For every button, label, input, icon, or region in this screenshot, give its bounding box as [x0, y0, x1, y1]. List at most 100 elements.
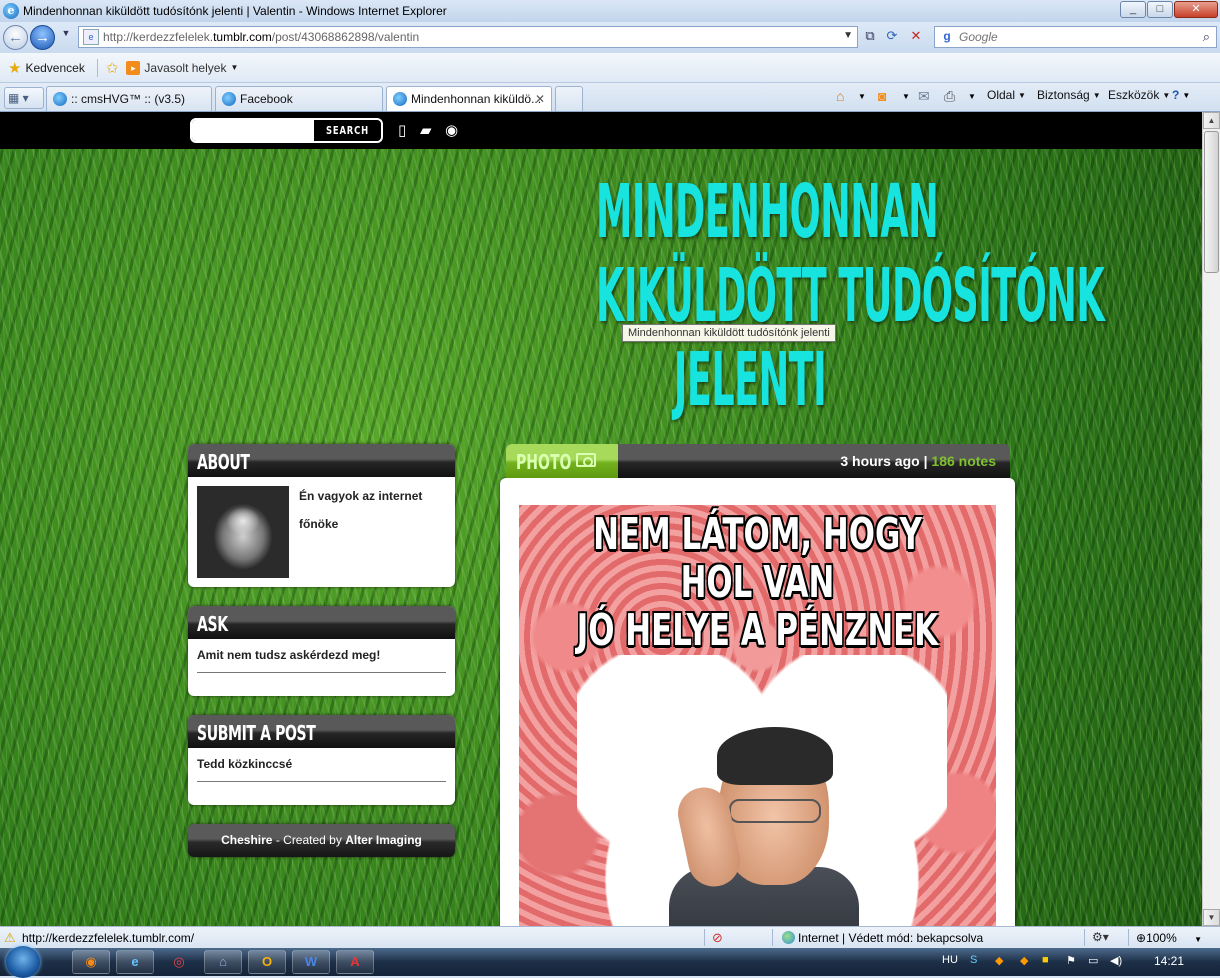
- outlook-taskbar-icon[interactable]: O: [248, 950, 286, 974]
- back-button[interactable]: ←: [3, 25, 28, 50]
- flag-icon[interactable]: ⚑: [1066, 954, 1076, 967]
- address-bar[interactable]: e http://kerdezzfelelek.tumblr.com/post/…: [78, 26, 858, 48]
- favorites-button[interactable]: ★ Kedvencek: [8, 59, 85, 77]
- vertical-scrollbar[interactable]: ▲ ▼: [1202, 112, 1220, 926]
- close-tab-icon[interactable]: ✕: [535, 92, 545, 106]
- maximize-button[interactable]: □: [1147, 1, 1173, 18]
- ie-page-icon: [222, 92, 236, 106]
- home-icon[interactable]: ⌂: [836, 88, 844, 104]
- ie-logo-icon: e: [3, 3, 19, 19]
- separator: [96, 58, 98, 77]
- person-photo: [669, 727, 859, 926]
- zoom-level[interactable]: ⊕100% ▼: [1136, 931, 1202, 945]
- close-button[interactable]: ✕: [1174, 1, 1218, 18]
- theme-credit: Cheshire - Created by Alter Imaging: [188, 824, 455, 857]
- tray-app-icon[interactable]: ◆: [1020, 954, 1028, 967]
- network-taskbar-icon[interactable]: ⌂: [204, 950, 242, 974]
- blog-title-line: MINDENHONNAN: [596, 169, 939, 255]
- post-notes[interactable]: 186 notes: [931, 453, 996, 469]
- post-time[interactable]: 3 hours ago: [840, 453, 919, 469]
- tab-row: ▦ ▾ :: cmsHVG™ :: (v3.5) Facebook Minden…: [0, 83, 1220, 112]
- history-dropdown-icon[interactable]: ▼: [56, 28, 76, 46]
- clock[interactable]: 14:21: [1154, 954, 1184, 968]
- rss-icon[interactable]: ◉: [445, 121, 458, 139]
- globe-icon: [782, 931, 795, 944]
- word-taskbar-icon[interactable]: W: [292, 950, 330, 974]
- ie-taskbar-icon[interactable]: e: [116, 950, 154, 974]
- tray-app-icon[interactable]: ■: [1042, 954, 1049, 966]
- stop-icon[interactable]: ✕: [906, 28, 926, 46]
- safety-menu[interactable]: Biztonság ▼: [1037, 88, 1101, 102]
- suggested-sites-label: Javasolt helyek: [144, 60, 227, 75]
- start-button[interactable]: [6, 946, 40, 978]
- search-box[interactable]: g ⌕: [934, 26, 1217, 48]
- acrobat-taskbar-icon[interactable]: A: [336, 950, 374, 974]
- post-type-label: PHOTO: [516, 450, 572, 474]
- protected-mode-icon[interactable]: ⚙▾: [1092, 930, 1109, 944]
- security-zone[interactable]: Internet | Védett mód: bekapcsolva: [782, 931, 983, 945]
- hair: [717, 727, 833, 785]
- print-icon[interactable]: ⎙: [944, 88, 955, 105]
- chevron-down-icon[interactable]: ▼: [858, 92, 866, 101]
- address-dropdown-icon[interactable]: ▼: [843, 30, 853, 41]
- post-card: NEM LÁTOM, HOGY HOL VAN JÓ HELYE A PÉNZN…: [500, 478, 1015, 926]
- address-url[interactable]: http://kerdezzfelelek.tumblr.com/post/43…: [103, 30, 419, 44]
- tab-cmshvg[interactable]: :: cmsHVG™ :: (v3.5): [46, 86, 212, 111]
- mail-icon[interactable]: ✉: [918, 88, 930, 105]
- refresh-icon[interactable]: ⟳: [882, 28, 902, 46]
- compatibility-view-icon[interactable]: ⧉: [860, 28, 880, 46]
- rss-feed-icon[interactable]: ◙: [878, 88, 886, 104]
- separator: [772, 929, 773, 946]
- ask-widget: ASK Amit nem tudsz askérdezd meg!: [188, 606, 455, 696]
- skype-tray-icon[interactable]: S: [970, 954, 977, 966]
- network-icon[interactable]: ▭: [1088, 954, 1098, 967]
- tray-app-icon[interactable]: ◆: [995, 954, 1003, 967]
- new-tab-button[interactable]: [555, 86, 583, 111]
- favorites-bar: ★ Kedvencek ✩ ▸ Javasolt helyek ▼: [0, 53, 1220, 83]
- star-icon: ★: [8, 59, 22, 77]
- quick-tabs-button[interactable]: ▦ ▾: [4, 87, 44, 109]
- scroll-down-icon[interactable]: ▼: [1203, 909, 1220, 926]
- tumblr-search-input[interactable]: [192, 120, 314, 141]
- chrome-taskbar-icon[interactable]: ◎: [160, 950, 198, 974]
- language-indicator[interactable]: HU: [942, 954, 958, 966]
- popup-blocker-icon[interactable]: ⊘: [712, 930, 723, 946]
- archive-folder-icon[interactable]: ▰: [420, 121, 432, 139]
- tools-menu[interactable]: Eszközök ▼: [1108, 88, 1170, 102]
- page-icon: e: [83, 29, 99, 45]
- chevron-down-icon: ▼: [1092, 90, 1101, 100]
- help-menu[interactable]: ? ▼: [1172, 88, 1190, 102]
- suggested-sites-button[interactable]: ▸ Javasolt helyek ▼: [126, 60, 239, 75]
- blog-title[interactable]: MINDENHONNAN KIKÜLDÖTT TUDÓSÍTÓNK JELENT…: [596, 169, 1105, 422]
- author-link[interactable]: Alter Imaging: [345, 833, 422, 847]
- chevron-down-icon[interactable]: ▼: [902, 92, 910, 101]
- post-photo[interactable]: NEM LÁTOM, HOGY HOL VAN JÓ HELYE A PÉNZN…: [519, 505, 996, 926]
- ask-link[interactable]: Amit nem tudsz askérdezd meg!: [197, 648, 446, 662]
- theme-link[interactable]: Cheshire: [221, 833, 272, 847]
- firefox-taskbar-icon[interactable]: ◉: [72, 950, 110, 974]
- tumblr-search-button[interactable]: SEARCH: [319, 120, 376, 141]
- chevron-down-icon: ▼: [1018, 90, 1026, 100]
- mobile-icon[interactable]: ▯: [398, 121, 406, 139]
- avatar: [197, 486, 289, 578]
- tab-active[interactable]: Mindenhonnan kiküldö... ✕: [386, 86, 552, 111]
- scroll-thumb[interactable]: [1204, 131, 1219, 273]
- chevron-down-icon: ▼: [230, 63, 239, 72]
- separator: [1128, 929, 1129, 946]
- search-icon[interactable]: ⌕: [1203, 29, 1210, 45]
- window-title-bar: e Mindenhonnan kiküldött tudósítónk jele…: [0, 0, 1220, 22]
- tab-facebook[interactable]: Facebook: [215, 86, 383, 111]
- forward-button[interactable]: →: [30, 25, 55, 50]
- minimize-button[interactable]: _: [1120, 1, 1146, 18]
- page-menu[interactable]: Oldal ▼: [987, 88, 1026, 102]
- chevron-down-icon[interactable]: ▼: [968, 92, 976, 101]
- post-header: PHOTO 3 hours ago | 186 notes: [506, 444, 1010, 478]
- add-favorite-button[interactable]: ✩: [106, 59, 123, 77]
- scroll-up-icon[interactable]: ▲: [1203, 112, 1220, 129]
- divider: [197, 781, 446, 782]
- search-input[interactable]: [959, 30, 1179, 44]
- google-icon: g: [943, 29, 951, 43]
- submit-link[interactable]: Tedd közkinccsé: [197, 757, 446, 771]
- volume-icon[interactable]: ◀): [1110, 954, 1122, 967]
- window-title: Mindenhonnan kiküldött tudósítónk jelent…: [23, 4, 447, 18]
